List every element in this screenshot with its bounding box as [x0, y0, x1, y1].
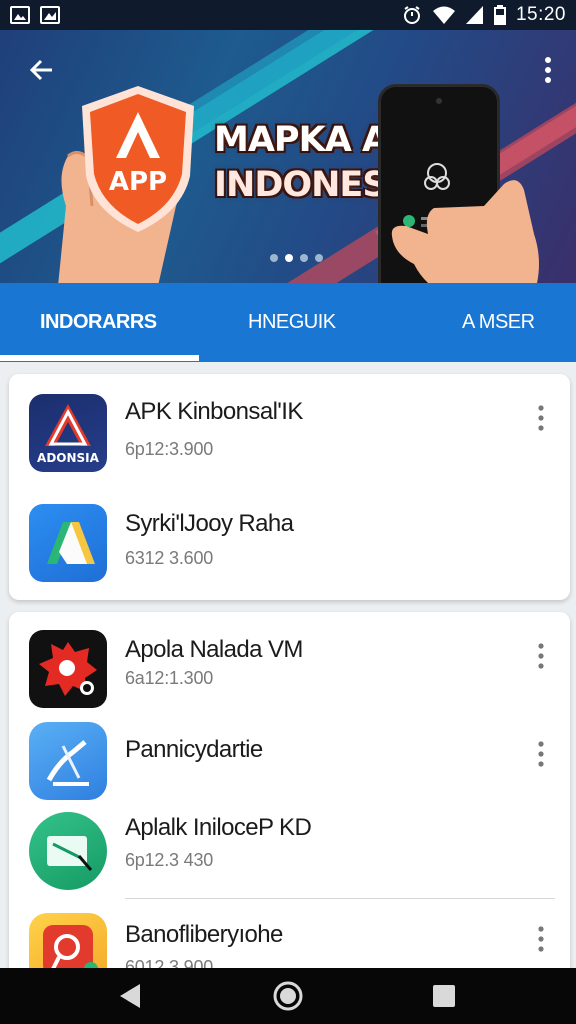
- carousel-indicator[interactable]: [270, 254, 323, 262]
- red-splash-app-icon: [29, 630, 107, 708]
- app-name: APK Kinbonsal'IK: [125, 398, 303, 425]
- system-nav-bar: [0, 968, 576, 1024]
- tab-hneguik[interactable]: HNEGUIK: [248, 283, 336, 362]
- app-name: Syrki'lJooy Raha: [125, 510, 294, 537]
- app-card: ADONSIA APK Kinbonsal'IK 6p12:3.900 Syrk…: [9, 374, 570, 600]
- hand-illustration: [391, 180, 539, 283]
- status-bar: 15:20: [0, 0, 576, 30]
- app-name: Aplalk IniloceP KD: [125, 814, 312, 841]
- home-circle-icon[interactable]: [272, 980, 304, 1012]
- blue-pen-app-icon: [29, 722, 107, 800]
- more-vert-icon[interactable]: [535, 642, 547, 670]
- back-triangle-icon[interactable]: [114, 980, 146, 1012]
- hero-banner[interactable]: APP MAPKA APK INDONESIA: [0, 30, 576, 283]
- app-subtitle: 6p12:3.900: [125, 439, 214, 459]
- tab-indicator: [0, 355, 199, 361]
- clock: 15:20: [515, 4, 566, 25]
- more-vert-icon[interactable]: [535, 740, 547, 768]
- app-name: Pannicydartie: [125, 736, 263, 763]
- shield-logo: APP: [82, 86, 194, 232]
- list-item[interactable]: Aplalk IniloceP KD 6p12.3 430: [9, 806, 570, 898]
- more-vert-icon[interactable]: [535, 404, 547, 432]
- app-name: Apola Nalada VM: [125, 636, 303, 663]
- carousel-dot-active[interactable]: [285, 254, 293, 262]
- image-icon: [10, 6, 30, 24]
- app-name: Banofliberyıohe: [125, 921, 283, 948]
- app-subtitle: 6a12:1.300: [125, 668, 214, 688]
- app-icon-label: ADONSIA: [37, 451, 100, 465]
- back-arrow-icon[interactable]: [26, 54, 58, 86]
- recents-square-icon[interactable]: [428, 980, 460, 1012]
- more-vert-icon[interactable]: [542, 54, 554, 86]
- app-card: Apola Nalada VM 6a12:1.300 Pannicydartie: [9, 612, 570, 991]
- tab-indorarrs[interactable]: INDORARRS: [40, 283, 157, 362]
- battery-icon: [493, 5, 506, 25]
- more-vert-icon[interactable]: [535, 925, 547, 953]
- list-item[interactable]: Syrki'lJooy Raha 6312 3.600: [9, 486, 570, 600]
- list-item[interactable]: ADONSIA APK Kinbonsal'IK 6p12:3.900: [9, 374, 570, 486]
- alarm-icon: [403, 6, 420, 24]
- tab-a-mser[interactable]: A MSER: [462, 283, 535, 362]
- carousel-dot[interactable]: [315, 254, 323, 262]
- signal-icon: [465, 6, 483, 24]
- list-item[interactable]: Apola Nalada VM 6a12:1.300: [9, 612, 570, 710]
- carousel-dot[interactable]: [300, 254, 308, 262]
- wifi-icon: [432, 6, 455, 24]
- shield-label: APP: [109, 167, 167, 197]
- green-blue-app-icon: [29, 504, 107, 582]
- app-subtitle: 6312 3.600: [125, 548, 214, 568]
- list-item[interactable]: Banofliberyıohe 6012 3 900: [9, 899, 570, 991]
- gallery-icon: [40, 6, 60, 24]
- app-subtitle: 6p12.3 430: [125, 850, 214, 870]
- tab-bar: INDORARRS HNEGUIK A MSER: [0, 283, 576, 362]
- carousel-dot[interactable]: [270, 254, 278, 262]
- green-card-app-icon: [29, 812, 107, 890]
- list-item[interactable]: Pannicydartie: [9, 710, 570, 806]
- adonsia-app-icon: ADONSIA: [29, 394, 107, 472]
